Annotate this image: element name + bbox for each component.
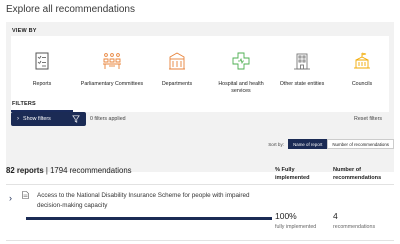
hospital-cross-icon <box>232 52 250 70</box>
header-divider <box>6 184 394 185</box>
report-title[interactable]: Access to the National Disability Insura… <box>37 191 257 211</box>
view-by-departments-label: Departments <box>161 81 193 87</box>
office-building-icon <box>294 53 310 70</box>
explore-panel: VIEW BY Reports Parliamentary Committees… <box>6 22 394 172</box>
view-by-parliamentary-committees[interactable]: Parliamentary Committees <box>79 36 145 112</box>
row-divider <box>6 240 394 241</box>
view-by-councils-label: Councils <box>351 81 373 87</box>
checklist-icon <box>35 52 49 70</box>
view-by-departments[interactable]: Departments <box>146 36 208 112</box>
show-filters-button[interactable]: › Show filters <box>11 112 86 126</box>
num-caption: recommendations <box>333 224 376 230</box>
sort-label: Sort by: <box>268 141 285 147</box>
council-flag-icon <box>354 52 370 69</box>
filters-applied-text: 0 filters applied <box>90 116 126 122</box>
page-title: Explore all recommendations <box>6 4 135 15</box>
view-by-card: Reports Parliamentary Committees Departm… <box>11 36 389 112</box>
num-recommendations-header: Number of recommendations <box>333 167 382 181</box>
view-by-other-state-entities-label: Other state entities <box>279 81 325 87</box>
pct-implemented-header: % Fully implemented <box>275 167 310 181</box>
chevron-right-icon: › <box>17 116 19 122</box>
chevron-right-icon[interactable]: › <box>9 193 12 203</box>
people-group-icon <box>103 53 121 69</box>
view-by-reports-label: Reports <box>32 81 52 87</box>
document-icon <box>22 191 29 199</box>
implementation-progress-fill <box>26 217 272 220</box>
view-by-parliamentary-committees-label: Parliamentary Committees <box>80 81 144 87</box>
filters-label: FILTERS <box>12 101 36 107</box>
building-icon <box>169 52 185 70</box>
recommendations-count: | 1794 recommendations <box>45 166 132 175</box>
sort-option-name-of-report[interactable]: Name of report <box>288 139 328 149</box>
pct-value: 100% <box>275 211 297 221</box>
view-by-hospital-health-services-label: Hospital and health services <box>218 81 264 95</box>
num-value: 4 <box>333 211 338 221</box>
results-summary: 82 reports | 1794 recommendations <box>6 166 132 175</box>
view-by-other-state-entities[interactable]: Other state entities <box>271 36 333 112</box>
sort-controls: Sort by: Name of report Number of recomm… <box>268 139 394 149</box>
view-by-label: VIEW BY <box>12 28 37 34</box>
view-by-hospital-health-services[interactable]: Hospital and health services <box>208 36 274 112</box>
funnel-icon <box>72 115 80 123</box>
view-by-councils[interactable]: Councils <box>331 36 393 112</box>
show-filters-label: Show filters <box>23 116 51 122</box>
sort-option-number-of-recommendations[interactable]: Number of recommendations <box>327 139 394 149</box>
pct-caption: fully implemented <box>275 224 317 230</box>
reset-filters-link[interactable]: Reset filters <box>354 116 382 122</box>
reports-count: 82 reports <box>6 166 44 175</box>
implementation-progress-bar <box>26 217 272 220</box>
